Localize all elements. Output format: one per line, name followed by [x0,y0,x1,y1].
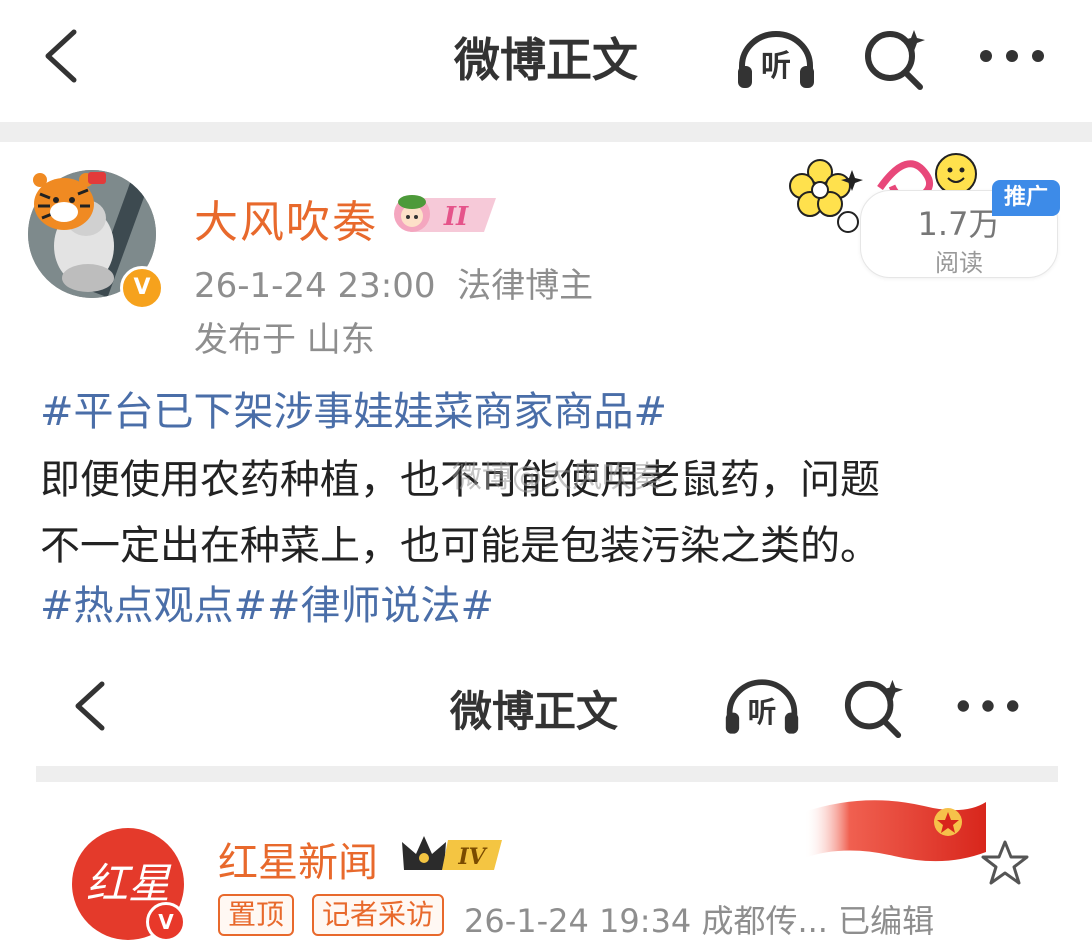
tiger-sticker-icon [33,172,106,230]
view-count-label: 阅读 [935,249,983,277]
star-icon [981,840,1029,885]
post-text-line-1: #平台已下架涉事娃娃菜商家商品# [40,386,667,438]
more-icon [957,700,1019,712]
post-time: 26-1-24 23:00 [194,266,436,306]
listen-icon: 听 [725,679,799,734]
verified-badge: V [120,266,164,310]
svg-text:听: 听 [748,695,777,729]
svg-text:II: II [443,202,469,232]
red-flag-decoration [804,800,986,862]
section-divider [0,122,1092,142]
pinned-tag: 置顶 [218,894,295,936]
post-location: 发布于 山东 [194,320,375,360]
verified-badge: V [146,902,186,942]
search-icon[interactable] [862,26,928,92]
svg-text:IV: IV [457,844,487,870]
post-text-line-4: #热点观点##律师说法# [40,580,494,632]
post-text-line-3: 不一定出在种菜上，也可能是包装污染之类的。 [40,523,880,569]
author-role: 法律博主 [457,266,594,306]
crown-level-badge: IV [402,836,502,870]
post-meta: 26-1-24 23:00 法律博主 [194,258,593,307]
listen-icon[interactable]: 听 [734,28,818,90]
embedded-author-name: 红星新闻 [218,840,378,886]
image-watermark: 微博@大风吹奏 [452,460,662,495]
interview-tag: 记者采访 [312,894,445,936]
promote-button[interactable]: 推广 [992,180,1060,216]
page-title: 微博正文 [454,33,638,87]
svg-text:听: 听 [761,49,791,84]
embedded-post-meta: 26-1-24 19:34 成都传... 已编辑 [464,902,935,940]
topic-tag[interactable]: #平台已下架涉事娃娃菜商家商品# [40,389,667,435]
section-divider [36,766,1058,782]
author-name[interactable]: 大风吹奏 [194,186,378,250]
search-icon [844,679,904,739]
topic-tag[interactable]: #热点观点##律师说法# [40,583,494,629]
member-level-badge: II [394,195,496,232]
back-icon [75,681,105,731]
more-icon[interactable] [972,36,1052,76]
embedded-page-title: 微博正文 [450,687,619,736]
